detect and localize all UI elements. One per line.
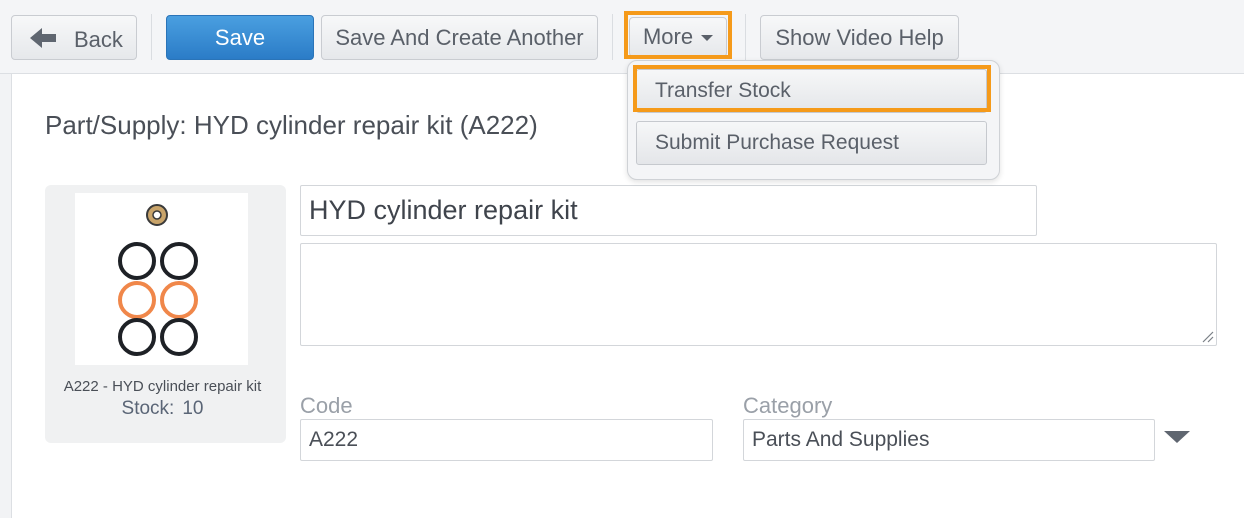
arrow-left-icon — [30, 28, 56, 48]
category-input[interactable] — [743, 419, 1155, 461]
toolbar-divider — [745, 14, 746, 60]
part-thumbnail-caption: A222 - HYD cylinder repair kit — [63, 378, 262, 395]
menu-item-submit-purchase-request[interactable]: Submit Purchase Request — [636, 121, 987, 165]
back-button[interactable]: Back — [11, 15, 137, 60]
toolbar: Back Save Save And Create Another More S… — [0, 0, 1244, 74]
caret-down-icon — [701, 35, 714, 41]
code-input[interactable] — [300, 419, 713, 461]
back-button-label: Back — [74, 27, 123, 52]
save-button[interactable]: Save — [166, 15, 314, 60]
resize-grip-icon[interactable] — [1200, 329, 1214, 343]
menu-item-transfer-stock[interactable]: Transfer Stock — [636, 69, 987, 113]
code-label: Code — [300, 393, 353, 418]
description-textarea[interactable] — [300, 243, 1217, 346]
repair-kit-rings-icon — [118, 204, 198, 356]
toolbar-divider — [151, 14, 152, 60]
category-label: Category — [743, 393, 833, 418]
save-and-create-another-button[interactable]: Save And Create Another — [321, 15, 598, 60]
stock-count: Stock: 10 — [45, 398, 280, 420]
stock-label: Stock: — [121, 398, 175, 419]
more-button-label: More — [642, 24, 694, 49]
more-button[interactable]: More — [629, 17, 727, 57]
page-title: Part/Supply: HYD cylinder repair kit (A2… — [45, 110, 538, 140]
part-name-input[interactable] — [300, 185, 1037, 236]
show-video-help-button[interactable]: Show Video Help — [760, 15, 959, 60]
toolbar-divider — [612, 14, 613, 60]
stock-value: 10 — [182, 398, 204, 419]
more-dropdown-menu: Transfer Stock Submit Purchase Request — [627, 60, 1000, 180]
category-dropdown-icon[interactable] — [1164, 431, 1190, 443]
part-image[interactable] — [75, 193, 248, 365]
